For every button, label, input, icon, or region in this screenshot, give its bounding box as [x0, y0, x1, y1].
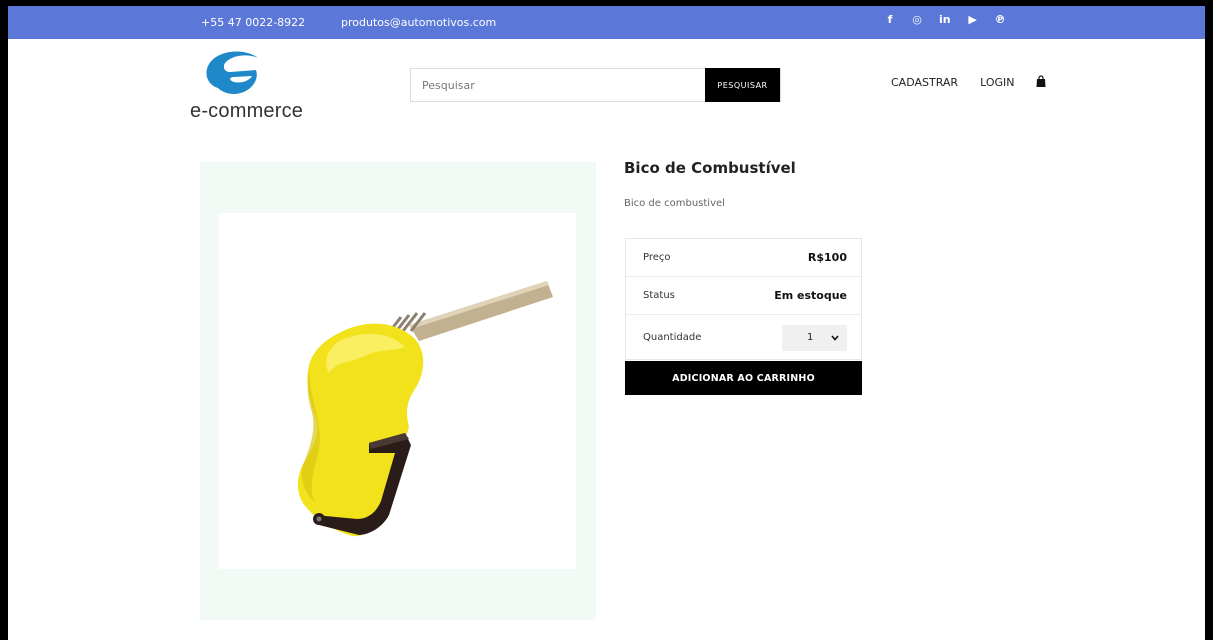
site-logo[interactable]: e-commerce: [190, 48, 315, 124]
header-nav: CADASTRAR LOGIN: [891, 74, 1046, 89]
status-row: Status Em estoque: [626, 277, 861, 315]
fuel-nozzle-image: [297, 281, 553, 537]
product-info-table: Preço R$100 Status Em estoque Quantidade…: [625, 238, 862, 360]
youtube-icon[interactable]: ▶: [968, 13, 978, 26]
contact-phone: +55 47 0022-8922: [201, 16, 306, 29]
search-button[interactable]: PESQUISAR: [705, 68, 780, 102]
social-links: f ◎ in ▶ ℗: [885, 13, 1006, 26]
logo-text: e-commerce: [190, 100, 304, 122]
add-to-cart-button[interactable]: ADICIONAR AO CARRINHO: [625, 361, 862, 395]
contact-email[interactable]: produtos@automotivos.com: [341, 16, 496, 29]
linkedin-icon[interactable]: in: [939, 13, 951, 26]
pinterest-icon[interactable]: ℗: [995, 13, 1006, 26]
price-label: Preço: [643, 252, 671, 263]
quantity-select[interactable]: 1: [782, 324, 847, 351]
register-link[interactable]: CADASTRAR: [891, 76, 958, 89]
status-label: Status: [643, 290, 675, 301]
top-bar: +55 47 0022-8922 produtos@automotivos.co…: [8, 6, 1205, 39]
product-image[interactable]: [219, 213, 576, 569]
logo-e-icon: [206, 51, 258, 94]
shopping-bag-icon[interactable]: [1036, 74, 1046, 87]
search-input[interactable]: [411, 69, 707, 101]
product-description: Bico de combustivel: [624, 198, 725, 209]
status-value: Em estoque: [774, 289, 847, 302]
quantity-row: Quantidade 1: [626, 315, 861, 360]
instagram-icon[interactable]: ◎: [912, 13, 922, 26]
quantity-label: Quantidade: [643, 332, 702, 343]
facebook-icon[interactable]: f: [885, 13, 895, 26]
quantity-value: 1: [807, 332, 814, 343]
price-value: R$100: [807, 251, 847, 264]
chevron-down-icon: [831, 334, 839, 341]
product-title: Bico de Combustível: [624, 159, 796, 177]
price-row: Preço R$100: [626, 239, 861, 277]
login-link[interactable]: LOGIN: [980, 76, 1014, 89]
search-bar: PESQUISAR: [410, 68, 781, 102]
